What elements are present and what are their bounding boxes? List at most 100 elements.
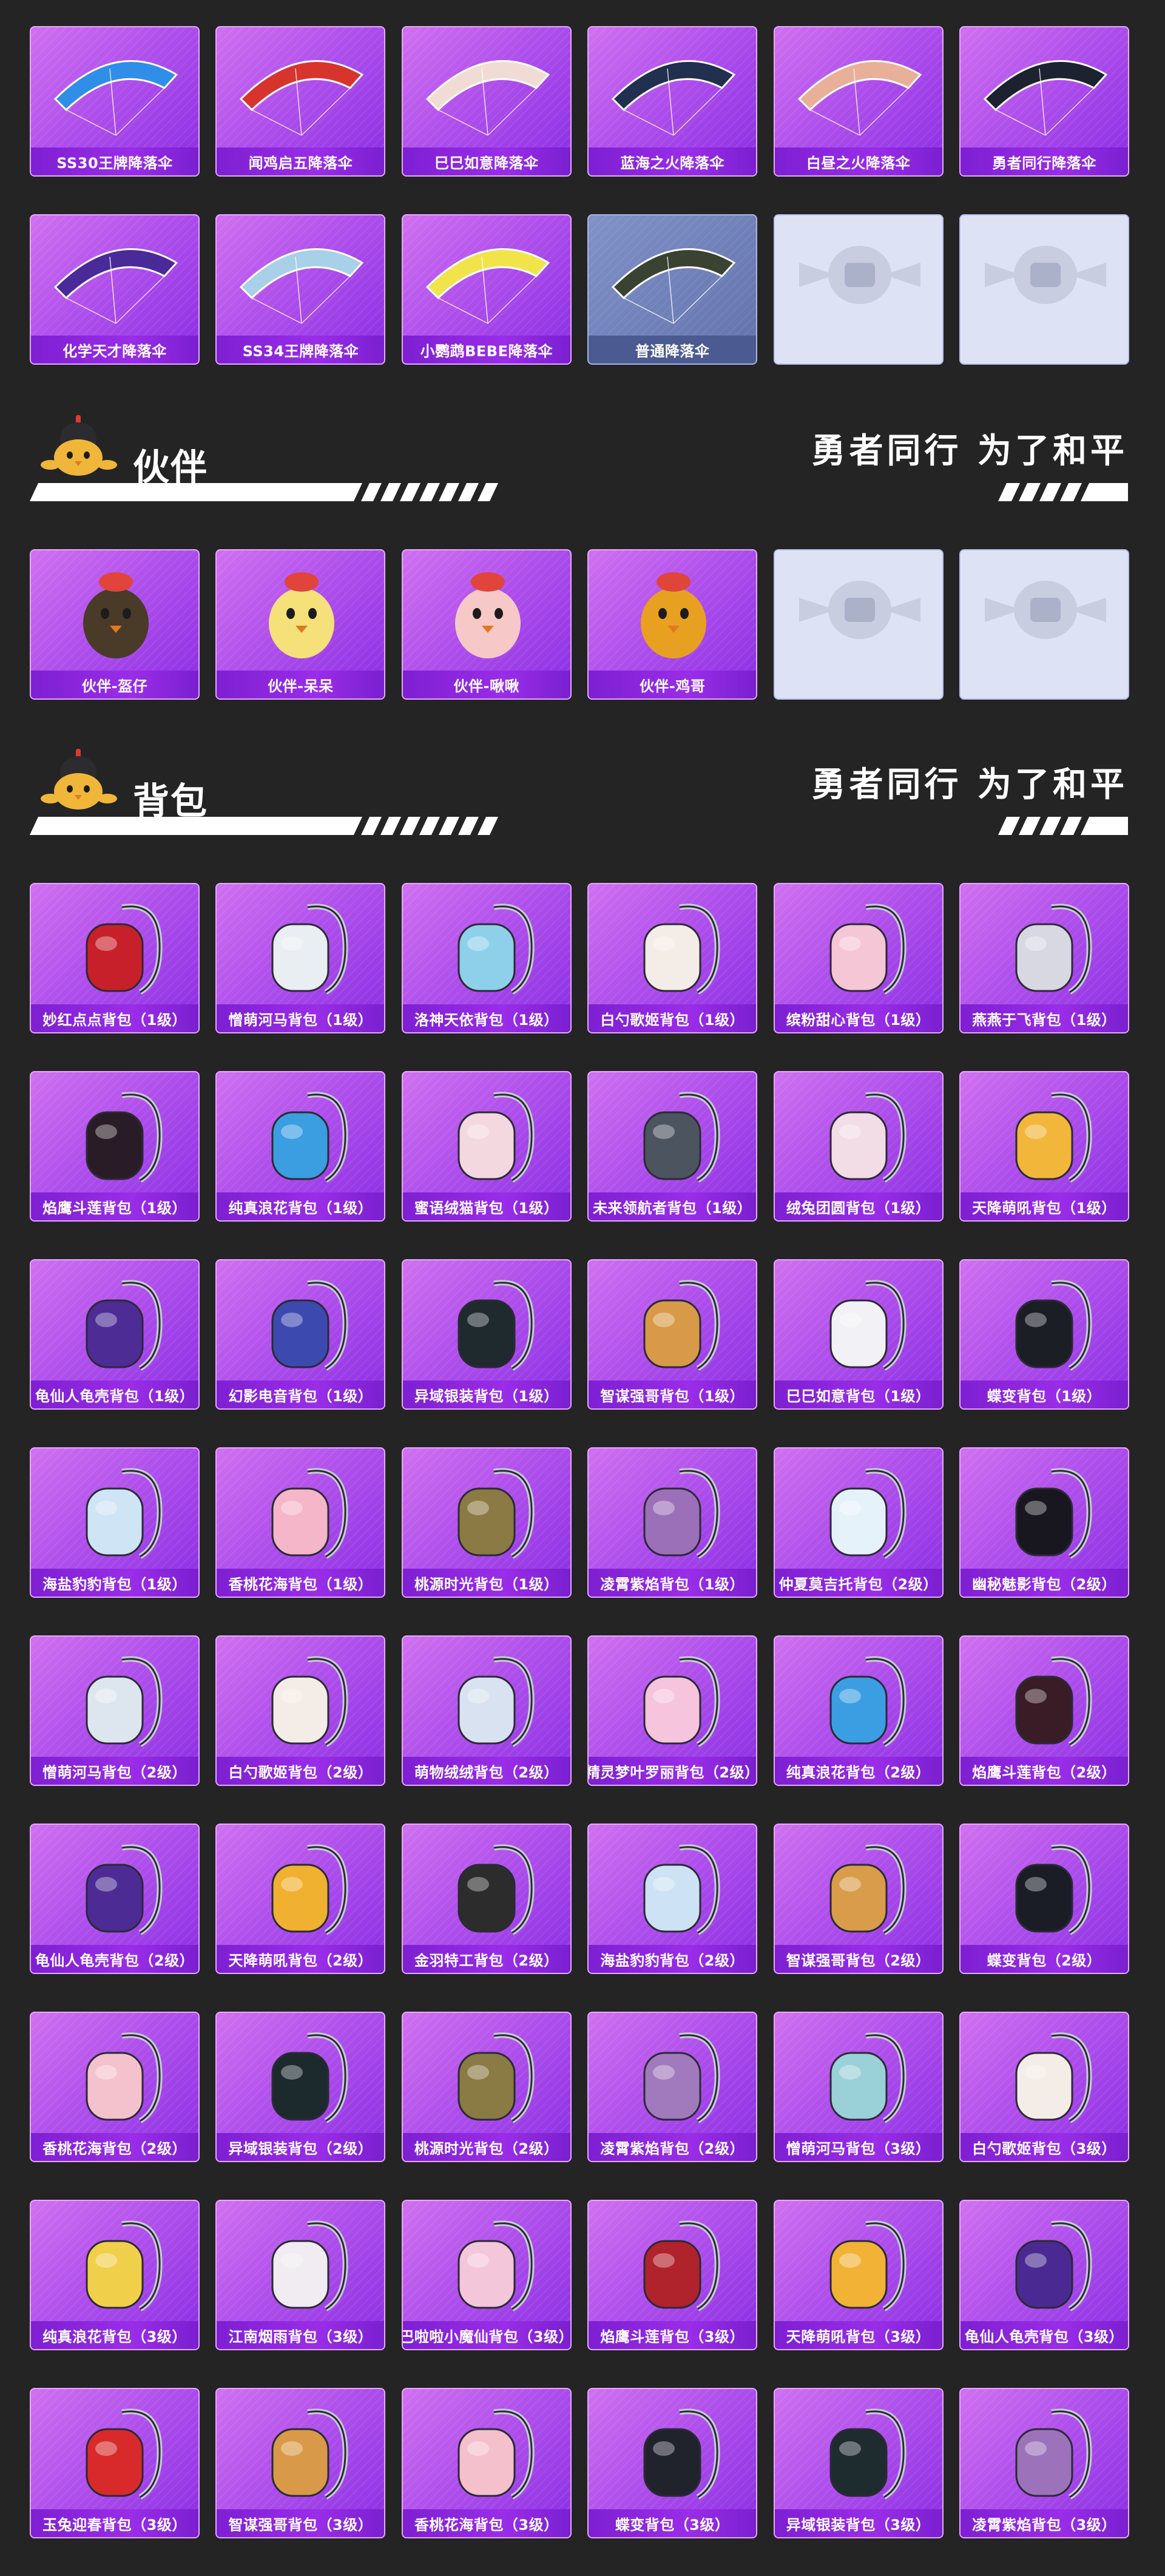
backpack-card[interactable]: 桃源时光背包（1级） (401, 1447, 572, 1598)
parachute-card[interactable]: 巳巳如意降落伞 (401, 26, 572, 177)
backpack-icon (271, 2032, 348, 2123)
backpack-icon (86, 904, 163, 995)
backpack-card[interactable]: 未来领航者背包（1级） (587, 1071, 758, 1222)
backpack-icon (458, 2409, 535, 2500)
backpack-icon (86, 1656, 163, 1747)
backpack-card[interactable]: 焰鹰斗莲背包（3级） (587, 2200, 758, 2350)
backpack-card[interactable]: 异域银装背包（3级） (773, 2388, 944, 2538)
backpack-card[interactable]: 龟仙人龟壳背包（3级） (959, 2200, 1129, 2350)
backpack-label: 蝶变背包（2级） (960, 1945, 1128, 1973)
backpack-label: 憎萌河马背包（1级） (217, 1004, 385, 1032)
backpack-icon (458, 1280, 535, 1371)
backpack-card[interactable]: 香桃花海背包（2级） (30, 2012, 200, 2162)
backpack-icon (643, 1468, 720, 1559)
backpack-card[interactable]: 智谋强哥背包（3级） (215, 2388, 386, 2538)
backpack-label: 异域银装背包（1级） (402, 1381, 570, 1408)
backpack-label: 仲夏莫吉托背包（2级） (774, 1569, 942, 1597)
parachute-card[interactable]: 勇者同行降落伞 (959, 26, 1129, 177)
backpack-label: 凌霄紫焰背包（1级） (589, 1569, 757, 1597)
backpack-card[interactable]: 天降萌吼背包（2级） (215, 1824, 386, 1974)
backpack-card[interactable]: 金羽特工背包（2级） (401, 1824, 572, 1974)
backpack-row: 纯真浪花背包（3级） 江南烟雨背包（3级） 巴啦啦小魔仙背包（3级） 焰鹰斗莲背包（3… (30, 2200, 1129, 2350)
backpack-card[interactable]: 幻影电音背包（1级） (215, 1259, 386, 1410)
backpack-card[interactable]: 蜜语绒猫背包（1级） (401, 1071, 572, 1222)
companion-card[interactable]: 伙伴-呆呆 (215, 549, 386, 700)
backpack-label: 凌霄紫焰背包（3级） (960, 2509, 1128, 2537)
backpack-icon (86, 1092, 163, 1183)
backpack-card[interactable]: 凌霄紫焰背包（2级） (587, 2012, 758, 2162)
parachute-icon (240, 248, 364, 324)
backpack-label: 智谋强哥背包（1级） (589, 1381, 757, 1408)
backpack-card[interactable]: 智谋强哥背包（2级） (773, 1824, 944, 1974)
backpack-card[interactable]: 白勺歌姬背包（3级） (959, 2012, 1129, 2162)
backpack-card[interactable]: 香桃花海背包（3级） (401, 2388, 572, 2538)
backpack-card[interactable]: 白勺歌姬背包（1级） (587, 883, 758, 1033)
backpack-icon (643, 1280, 720, 1371)
backpack-card[interactable]: 精灵梦叶罗丽背包（2级） (587, 1635, 758, 1786)
backpack-icon (86, 2409, 163, 2500)
backpack-card[interactable]: 憎萌河马背包（3级） (773, 2012, 944, 2162)
backpack-card[interactable]: 憎萌河马背包（2级） (30, 1635, 200, 1786)
parachute-card[interactable]: 小鹦鹉BEBE降落伞 (401, 214, 572, 365)
backpack-card[interactable]: 焰鹰斗莲背包（2级） (959, 1635, 1129, 1786)
backpack-card[interactable]: 仲夏莫吉托背包（2级） (773, 1447, 944, 1598)
parachute-card[interactable]: SS34王牌降落伞 (215, 214, 386, 365)
backpack-card[interactable]: 幽秘魅影背包（2级） (959, 1447, 1129, 1598)
slogan-stripes (998, 817, 1128, 835)
backpack-card[interactable]: 纯真浪花背包（1级） (215, 1071, 386, 1222)
companion-card[interactable]: 伙伴-盔仔 (30, 549, 200, 700)
backpack-card[interactable]: 桃源时光背包（2级） (401, 2012, 572, 2162)
backpack-row: 龟仙人龟壳背包（1级） 幻影电音背包（1级） 异域银装背包（1级） 智谋强哥背包（1级… (30, 1259, 1129, 1410)
backpack-icon (458, 1468, 535, 1559)
backpack-card[interactable]: 凌霄紫焰背包（1级） (587, 1447, 758, 1598)
backpack-card[interactable]: 纯真浪花背包（3级） (30, 2200, 200, 2350)
backpack-icon (829, 1280, 907, 1371)
backpack-card[interactable]: 天降萌吼背包（1级） (959, 1071, 1129, 1222)
backpack-card[interactable]: 海盐豹豹背包（2级） (587, 1824, 758, 1974)
backpack-card[interactable]: 天降萌吼背包（3级） (773, 2200, 944, 2350)
backpack-card[interactable]: 江南烟雨背包（3级） (215, 2200, 386, 2350)
parachute-card[interactable]: 闻鸡启五降落伞 (215, 26, 386, 177)
backpack-card[interactable]: 蝶变背包（2级） (959, 1824, 1129, 1974)
backpack-card[interactable]: 海盐豹豹背包（1级） (30, 1447, 200, 1598)
parachute-label: 蓝海之火降落伞 (589, 147, 757, 175)
backpack-icon (271, 1468, 348, 1559)
backpack-card[interactable]: 凌霄紫焰背包（3级） (959, 2388, 1129, 2538)
backpack-card[interactable]: 智谋强哥背包（1级） (587, 1259, 758, 1410)
backpack-card[interactable]: 洛神天依背包（1级） (401, 883, 572, 1033)
backpack-label: 萌物绒绒背包（2级） (402, 1757, 570, 1785)
backpack-card[interactable]: 玉兔迎春背包（3级） (30, 2388, 200, 2538)
backpack-card[interactable]: 绒兔团圆背包（1级） (773, 1071, 944, 1222)
backpack-card[interactable]: 蝶变背包（1级） (959, 1259, 1129, 1410)
parachute-card[interactable]: 白昼之火降落伞 (773, 26, 944, 177)
backpack-icon (271, 2409, 348, 2500)
backpack-label: 焰鹰斗莲背包（1级） (31, 1192, 198, 1220)
backpack-card[interactable]: 燕燕于飞背包（1级） (959, 883, 1129, 1033)
backpack-card[interactable]: 焰鹰斗莲背包（1级） (30, 1071, 200, 1222)
backpack-card[interactable]: 巴啦啦小魔仙背包（3级） (401, 2200, 572, 2350)
backpack-card[interactable]: 龟仙人龟壳背包（2级） (30, 1824, 200, 1974)
backpack-label: 蝶变背包（3级） (589, 2509, 757, 2537)
backpack-card[interactable]: 香桃花海背包（1级） (215, 1447, 386, 1598)
backpack-card[interactable]: 巳巳如意背包（1级） (773, 1259, 944, 1410)
backpack-label: 龟仙人龟壳背包（3级） (960, 2321, 1128, 2349)
backpack-card[interactable]: 异域银装背包（1级） (401, 1259, 572, 1410)
parachute-card[interactable]: SS30王牌降落伞 (30, 26, 200, 177)
backpack-card[interactable]: 缤粉甜心背包（1级） (773, 883, 944, 1033)
companion-card[interactable]: 伙伴-啾啾 (401, 549, 572, 700)
parachute-card[interactable]: 化学天才降落伞 (30, 214, 200, 365)
parachute-card[interactable]: 蓝海之火降落伞 (587, 26, 758, 177)
backpack-card[interactable]: 白勺歌姬背包（2级） (215, 1635, 386, 1786)
backpack-card[interactable]: 憎萌河马背包（1级） (215, 883, 386, 1033)
backpack-label: 桃源时光背包（2级） (402, 2133, 570, 2161)
backpack-card[interactable]: 纯真浪花背包（2级） (773, 1635, 944, 1786)
parachute-icon (240, 60, 364, 136)
backpack-card[interactable]: 异域银装背包（2级） (215, 2012, 386, 2162)
parachute-card[interactable]: 普通降落伞 (587, 214, 758, 365)
backpack-card[interactable]: 萌物绒绒背包（2级） (401, 1635, 572, 1786)
backpack-card[interactable]: 龟仙人龟壳背包（1级） (30, 1259, 200, 1410)
backpack-card[interactable]: 蝶变背包（3级） (587, 2388, 758, 2538)
empty-slot-card (959, 214, 1129, 365)
companion-card[interactable]: 伙伴-鸡哥 (587, 549, 758, 700)
backpack-card[interactable]: 妙红点点背包（1级） (30, 883, 200, 1033)
